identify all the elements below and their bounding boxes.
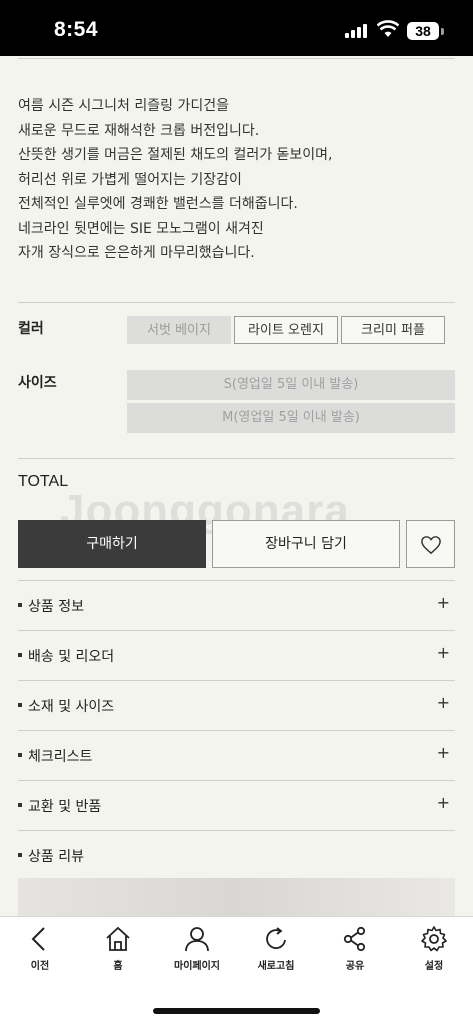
- divider: [18, 458, 455, 459]
- accordion-reviews[interactable]: 상품 리뷰: [18, 831, 455, 881]
- wishlist-button[interactable]: [406, 520, 455, 568]
- description-line: 여름 시즌 시그니처 리즐링 가디건을: [18, 98, 229, 114]
- color-option-orange[interactable]: 라이트 오렌지: [234, 316, 338, 344]
- accordion-label: 교환 및 반품: [18, 796, 101, 816]
- refresh-icon: [266, 927, 286, 949]
- total-label: TOTAL: [18, 473, 69, 490]
- accordion-label: 상품 정보: [18, 596, 84, 616]
- accordion-material-size[interactable]: 소재 및 사이즈 +: [18, 681, 455, 731]
- description-line: 새로운 무드로 재해석한 크롭 버전입니다.: [18, 122, 260, 139]
- wifi-icon: [377, 20, 399, 37]
- status-time: 8:54: [54, 18, 99, 41]
- divider: [18, 58, 455, 59]
- color-option-purple[interactable]: 크리미 퍼플: [341, 316, 445, 344]
- tab-mypage[interactable]: 마이페이지: [165, 925, 229, 972]
- buy-button[interactable]: 구매하기: [18, 520, 206, 568]
- tab-label: 이전: [30, 961, 50, 972]
- gear-icon: [421, 926, 447, 952]
- accordion-label: 소재 및 사이즈: [18, 696, 114, 716]
- plus-icon: +: [436, 743, 450, 762]
- tab-label: 새로고침: [257, 961, 295, 972]
- accordion-shipping[interactable]: 배송 및 리오더 +: [18, 631, 455, 681]
- tab-share[interactable]: 공유: [323, 925, 387, 972]
- tab-home[interactable]: 홈: [86, 925, 150, 972]
- accordion-exchange-return[interactable]: 교환 및 반품 +: [18, 781, 455, 831]
- plus-icon: +: [436, 693, 450, 712]
- home-icon: [106, 926, 130, 951]
- description-line: 네크라인 뒷면에는 SIE 모노그램이 새겨진: [18, 220, 264, 237]
- tab-refresh[interactable]: 새로고침: [244, 925, 308, 972]
- chevron-left-icon: [31, 927, 45, 951]
- size-option-m[interactable]: M(영업일 5일 이내 발송): [127, 403, 455, 433]
- product-description: 여름 시즌 시그니처 리즐링 가디건을 새로운 무드로 재해석한 크롭 버전입니…: [18, 94, 458, 266]
- plus-icon: +: [436, 593, 450, 612]
- plus-icon: +: [436, 643, 450, 662]
- tab-back[interactable]: 이전: [8, 925, 72, 972]
- battery-indicator: 38: [407, 22, 439, 40]
- description-line: 자개 장식으로 은은하게 마무리했습니다.: [18, 245, 255, 261]
- size-option-s[interactable]: S(영업일 5일 이내 발송): [127, 370, 455, 400]
- divider: [18, 302, 455, 303]
- tab-label: 홈: [113, 961, 123, 972]
- user-icon: [185, 927, 209, 952]
- share-icon: [343, 926, 366, 952]
- home-indicator: [153, 1008, 320, 1014]
- add-to-cart-button[interactable]: 장바구니 담기: [212, 520, 400, 568]
- tab-label: 마이페이지: [174, 961, 220, 972]
- plus-icon: +: [436, 793, 450, 812]
- accordion-label: 상품 리뷰: [18, 846, 84, 866]
- review-image: [18, 878, 455, 918]
- signal-icon: [345, 22, 371, 38]
- accordion-product-info[interactable]: 상품 정보 +: [18, 581, 455, 631]
- size-label: 사이즈: [18, 375, 57, 391]
- description-line: 전체적인 실루엣에 경쾌한 밸런스를 더해줍니다.: [18, 196, 298, 212]
- heart-icon: [421, 536, 441, 555]
- color-option-beige[interactable]: 서벗 베이지: [127, 316, 231, 344]
- accordion-label: 체크리스트: [18, 746, 92, 766]
- tab-label: 설정: [424, 961, 444, 972]
- tab-label: 공유: [345, 961, 365, 972]
- status-bar: 8:54 38: [0, 0, 473, 56]
- battery-tip: [441, 28, 444, 35]
- accordion-label: 배송 및 리오더: [18, 646, 114, 666]
- description-line: 허리선 위로 가볍게 떨어지는 기장감이: [18, 171, 242, 188]
- color-label: 컬러: [18, 321, 44, 337]
- description-line: 산뜻한 생기를 머금은 절제된 채도의 컬러가 돋보이며,: [18, 147, 333, 163]
- accordion-checklist[interactable]: 체크리스트 +: [18, 731, 455, 781]
- tab-settings[interactable]: 설정: [402, 925, 466, 972]
